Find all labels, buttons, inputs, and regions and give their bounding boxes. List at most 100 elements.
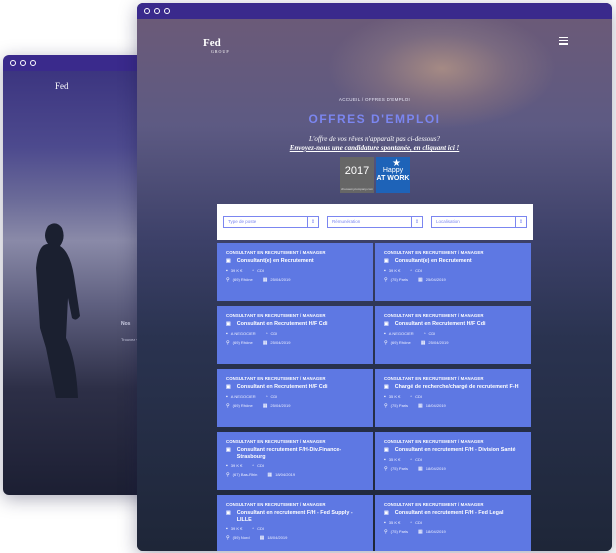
job-location: (75) Paris [390,528,409,534]
briefcase-icon: ▣ [384,258,389,264]
location-select[interactable]: Localisation ⇕ [431,216,527,228]
job-title[interactable]: ▣ Chargé de recherche/chargé de recruteme… [384,384,522,391]
wallet-icon: ▪ [384,267,386,274]
location-pin-icon: ⚲ [384,402,388,409]
wallet-icon: ▪ [226,330,228,337]
job-location: (69) Rhône [232,339,253,345]
location-pin-icon: ⚲ [226,535,230,541]
job-contract: CDI [428,330,436,336]
location-pin-icon: ⚲ [226,472,230,478]
job-meta: ⚲ (69) Rhône ▦ 25/04/2019 [384,340,522,346]
job-card[interactable]: CONSULTANT EN RECRUTEMENT / MANAGER ▣ Cons… [217,495,373,551]
logo[interactable]: Fed GROUP [203,37,230,54]
wallet-icon: ▪ [384,519,386,526]
job-salary: 35 K € [388,519,401,525]
hamburger-menu-icon[interactable] [559,37,568,47]
job-card[interactable]: CONSULTANT EN RECRUTEMENT / MANAGER ▣ Cons… [375,432,531,490]
job-card[interactable]: CONSULTANT EN RECRUTEMENT / MANAGER ▣ Cons… [375,495,531,551]
calendar-icon: ▦ [262,276,268,283]
job-meta: ▪ 39 K € ▫ CDI [226,268,364,274]
job-card[interactable]: CONSULTANT EN RECRUTEMENT / MANAGER ▣ Cons… [217,369,373,427]
job-location: (67) Bas-Rhin [232,472,258,477]
job-date: 25/04/2019 [425,276,446,282]
job-meta: ⚲ (59) Nord ▦ 18/04/2019 [226,535,364,541]
job-title[interactable]: ▣ Consultant recrutement F/H-Div.Finance-… [226,447,364,460]
job-location: (69) Rhône [232,402,253,408]
job-meta: ⚲ (69) Rhône ▦ 25/04/2019 [226,277,364,283]
job-title[interactable]: ▣ Consultant en recrutement F/H - Fed Sup… [226,510,364,523]
briefcase-icon: ▣ [226,321,231,327]
job-meta: ▪ 35 K € ▫ CDI [384,457,522,463]
breadcrumb[interactable]: ACCUEIL / OFFRES D'EMPLOI [137,97,612,102]
document-icon: ▫ [423,330,426,337]
document-icon: ▫ [410,456,413,463]
briefcase-icon: ▣ [226,384,231,390]
job-date: 18/04/2019 [267,535,288,540]
salary-select[interactable]: Rémunération ⇕ [327,216,423,228]
job-title[interactable]: ▣ Consultant en recrutement F/H - Divisio… [384,447,522,454]
job-salary: A NEGOCIER [230,393,256,399]
calendar-icon: ▦ [262,339,268,346]
job-meta: ▪ A NEGOCIER ▫ CDI [226,331,364,337]
job-category: CONSULTANT EN RECRUTEMENT / MANAGER [384,376,484,381]
job-salary: A NEGOCIER [230,330,256,336]
person-silhouette [36,223,80,398]
job-date: 25/04/2019 [270,276,291,282]
job-meta: ▪ 39 K € ▫ CDI [384,268,522,274]
happy-at-work-badge: ★ Happy AT WORK [376,157,410,193]
window-titlebar [137,3,612,19]
window-dot [154,8,160,14]
wallet-icon: ▪ [384,330,386,337]
job-location: (69) Rhône [232,276,253,282]
job-title[interactable]: ▣ Consultant en Recrutement H/F Cdi [384,321,522,328]
spontaneous-application-link[interactable]: Envoyez-nous une candidature spontanée, … [137,144,612,153]
job-title[interactable]: ▣ Consultant en Recrutement H/F Cdi [226,321,364,328]
chevron-updown-icon: ⇕ [307,217,318,227]
logo[interactable]: Fed [55,81,69,91]
job-location: (69) Rhône [390,339,411,345]
document-icon: ▫ [265,393,268,400]
job-meta: ▪ 35 K € ▫ CDI [384,394,522,400]
window-dot [20,60,26,66]
job-card[interactable]: CONSULTANT EN RECRUTEMENT / MANAGER ▣ Cons… [217,243,373,301]
job-card[interactable]: CONSULTANT EN RECRUTEMENT / MANAGER ▣ Char… [375,369,531,427]
job-salary: 39 K € [230,267,243,273]
briefcase-icon: ▣ [384,510,389,516]
job-category: CONSULTANT EN RECRUTEMENT / MANAGER [226,439,326,444]
foreground-window: Fed GROUP ACCUEIL / OFFRES D'EMPLOI OFFR… [137,3,612,551]
job-type-select[interactable]: Type de poste ⇕ [223,216,319,228]
job-title[interactable]: ▣ Consultant(e) en Recrutement [226,258,364,265]
calendar-icon: ▦ [267,472,273,478]
job-date: 25/04/2019 [270,339,291,345]
calendar-icon: ▦ [420,339,426,346]
job-salary: 39 K € [230,463,243,468]
location-pin-icon: ⚲ [384,528,388,535]
calendar-icon: ▦ [259,535,265,541]
job-meta: ⚲ (67) Bas-Rhin ▦ 18/04/2019 [226,472,364,478]
briefcase-icon: ▣ [384,447,389,453]
job-date: 25/04/2019 [270,402,291,408]
job-contract: CDI [415,519,423,525]
job-contract: CDI [270,330,278,336]
job-location: (75) Paris [390,465,409,471]
job-salary: 35 K € [388,456,401,462]
job-card[interactable]: CONSULTANT EN RECRUTEMENT / MANAGER ▣ Cons… [217,306,373,364]
job-salary: A NEGOCIER [388,330,414,336]
job-title[interactable]: ▣ Consultant en recrutement F/H - Fed Leg… [384,510,522,517]
calendar-icon: ▦ [418,402,423,409]
wallet-icon: ▪ [226,267,228,274]
job-title[interactable]: ▣ Consultant(e) en Recrutement [384,258,522,265]
location-pin-icon: ⚲ [384,465,388,472]
job-card[interactable]: CONSULTANT EN RECRUTEMENT / MANAGER ▣ Cons… [217,432,373,490]
job-date: 18/04/2019 [425,465,446,471]
location-pin-icon: ⚲ [384,276,388,283]
job-card[interactable]: CONSULTANT EN RECRUTEMENT / MANAGER ▣ Cons… [375,243,531,301]
job-date: 18/04/2019 [425,528,446,534]
job-meta: ▪ 39 K € ▫ CDI [226,463,364,469]
document-icon: ▫ [265,330,268,337]
wallet-icon: ▪ [226,526,228,532]
job-category: CONSULTANT EN RECRUTEMENT / MANAGER [384,439,484,444]
job-card[interactable]: CONSULTANT EN RECRUTEMENT / MANAGER ▣ Cons… [375,306,531,364]
window-dot [144,8,150,14]
job-title[interactable]: ▣ Consultant en Recrutement H/F Cdi [226,384,364,391]
